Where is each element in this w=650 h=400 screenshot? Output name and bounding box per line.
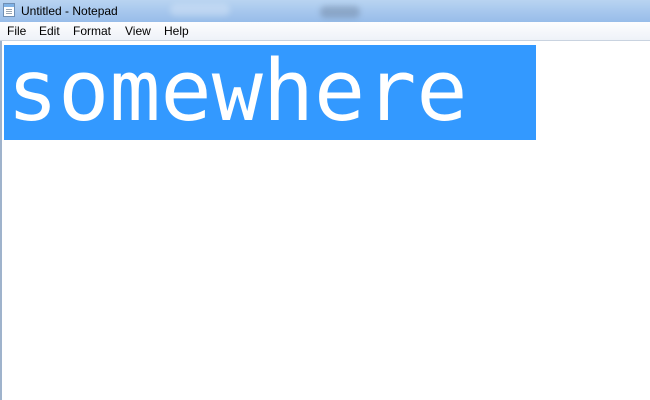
menu-help[interactable]: Help	[164, 24, 189, 39]
editor-text[interactable]: somewhere	[7, 48, 468, 136]
window-title: Untitled - Notepad	[21, 4, 118, 18]
menu-bar: File Edit Format View Help	[0, 22, 650, 41]
notepad-window: Untitled - Notepad File Edit Format View…	[0, 0, 650, 400]
titlebar-reflection	[170, 4, 230, 16]
titlebar-reflection	[320, 6, 360, 18]
menu-format[interactable]: Format	[73, 24, 111, 39]
menu-view[interactable]: View	[125, 24, 151, 39]
menu-edit[interactable]: Edit	[39, 24, 60, 39]
text-editor-area[interactable]: somewhere	[0, 41, 650, 400]
notepad-icon[interactable]	[3, 3, 15, 17]
title-bar[interactable]: Untitled - Notepad	[0, 0, 650, 22]
menu-file[interactable]: File	[7, 24, 26, 39]
